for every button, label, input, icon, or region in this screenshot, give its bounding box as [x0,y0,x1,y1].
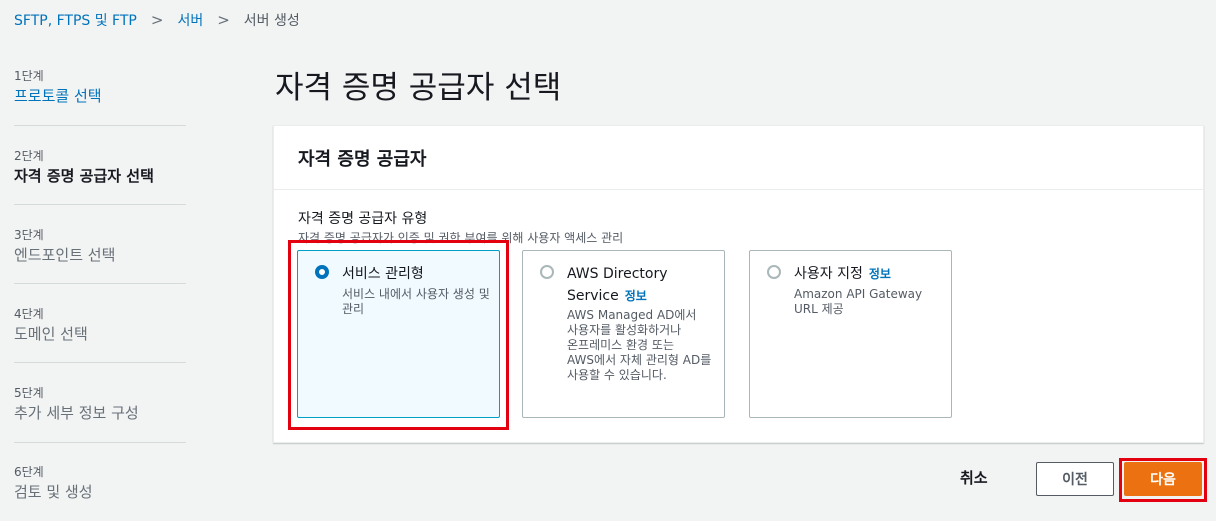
option-description: Amazon API Gateway URL 제공 [794,287,923,316]
next-button[interactable]: 다음 [1124,462,1202,496]
step-divider [14,362,186,363]
panel-header-title: 자격 증명 공급자 [298,149,427,170]
option-title-wrap: AWS Directory Service 정보 [567,263,717,307]
breadcrumb-link-sftp[interactable]: SFTP, FTPS 및 FTP [14,10,137,30]
step-5: 5단계 추가 세부 정보 구성 [14,385,186,423]
option-custom[interactable]: 사용자 지정 정보 Amazon API Gateway URL 제공 [749,250,952,418]
step-label: 엔드포인트 선택 [14,246,116,264]
step-label-current: 자격 증명 공급자 선택 [14,167,154,185]
option-title: AWS Directory Service [567,266,668,304]
page-title: 자격 증명 공급자 선택 [275,70,562,106]
chevron-right-icon: > [217,11,230,29]
step-label: 추가 세부 정보 구성 [14,404,139,422]
radio-unselected-icon[interactable] [540,265,554,279]
step-label: 도메인 선택 [14,325,88,343]
step-divider [14,283,186,284]
step-divider [14,204,186,205]
breadcrumb: SFTP, FTPS 및 FTP > 서버 > 서버 생성 [14,10,300,30]
step-4: 4단계 도메인 선택 [14,306,186,344]
step-number: 6단계 [14,465,44,479]
step-1: 1단계 프로토콜 선택 [14,68,186,106]
previous-button[interactable]: 이전 [1036,462,1114,496]
step-number: 4단계 [14,307,44,321]
step-number: 5단계 [14,386,44,400]
option-title: 사용자 지정 [794,266,863,282]
breadcrumb-link-servers[interactable]: 서버 [177,10,203,30]
step-number: 3단계 [14,228,44,242]
info-link[interactable]: 정보 [625,289,647,303]
step-2: 2단계 자격 증명 공급자 선택 [14,148,186,186]
option-directory-service[interactable]: AWS Directory Service 정보 AWS Managed AD에서… [522,250,725,418]
option-description: AWS Managed AD에서 사용자를 활성화하거나 온프레미스 환경 또는… [567,308,712,382]
highlight-box [288,240,509,430]
breadcrumb-current: 서버 생성 [243,13,300,29]
chevron-right-icon: > [150,11,164,29]
field-label: 자격 증명 공급자 유형 [298,211,428,227]
option-title-wrap: 사용자 지정 정보 [794,263,944,285]
step-divider [14,125,186,126]
cancel-button[interactable]: 취소 [960,467,988,488]
step-label: 검토 및 생성 [14,483,93,501]
step-6: 6단계 검토 및 생성 [14,464,186,502]
step-number: 2단계 [14,149,44,163]
step-3: 3단계 엔드포인트 선택 [14,227,186,265]
panel-header: 자격 증명 공급자 [274,126,1203,190]
radio-unselected-icon[interactable] [767,265,781,279]
info-link[interactable]: 정보 [869,267,891,281]
step-link-protocol[interactable]: 프로토콜 선택 [14,86,186,106]
step-number: 1단계 [14,69,44,83]
step-divider [14,442,186,443]
